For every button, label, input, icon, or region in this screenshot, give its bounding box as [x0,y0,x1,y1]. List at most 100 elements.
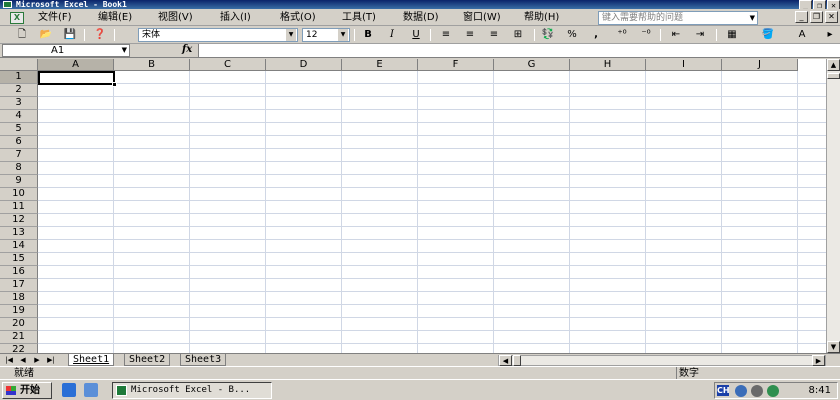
column-header-a[interactable]: A [38,59,114,71]
next-sheet-button[interactable]: ▶ [32,355,42,365]
scroll-thumb[interactable] [827,73,840,79]
row-header-22[interactable]: 22 [0,344,38,353]
menu-tools[interactable]: 工具(T) [342,11,376,25]
row-header-15[interactable]: 15 [0,253,38,266]
column-header-b[interactable]: B [114,59,190,71]
scroll-up-button[interactable]: ▲ [827,59,840,71]
row-header-11[interactable]: 11 [0,201,38,214]
scroll-down-button[interactable]: ▼ [827,341,840,353]
column-header-i[interactable]: I [646,59,722,71]
last-sheet-button[interactable]: ▶| [46,355,56,365]
save-icon[interactable]: 💾 [62,28,78,42]
cell-area[interactable] [38,71,826,353]
column-header-j[interactable]: J [722,59,798,71]
row-header-3[interactable]: 3 [0,97,38,110]
language-indicator[interactable]: CH [717,385,730,396]
borders-icon[interactable]: ▦ [724,28,740,42]
h-scroll-thumb[interactable] [513,355,521,366]
menu-format[interactable]: 格式(O) [280,11,316,25]
restore-button[interactable]: ❐ [813,0,826,9]
row-header-7[interactable]: 7 [0,149,38,162]
column-header-d[interactable]: D [266,59,342,71]
open-icon[interactable]: 📂 [38,28,54,42]
help-search-input[interactable]: 键入需要帮助的问题 ▼ [598,11,758,25]
align-right-icon[interactable]: ≡ [486,28,502,42]
new-icon[interactable]: 🗋 [14,28,30,42]
row-header-6[interactable]: 6 [0,136,38,149]
tray-app-icon[interactable] [767,385,779,397]
network-icon[interactable] [735,385,747,397]
row-header-21[interactable]: 21 [0,331,38,344]
doc-minimize-button[interactable]: _ [795,11,808,23]
row-header-12[interactable]: 12 [0,214,38,227]
chevron-down-icon[interactable]: ▼ [338,29,348,41]
percent-button[interactable]: % [564,28,580,42]
bold-button[interactable]: B [360,28,376,42]
volume-icon[interactable] [751,385,763,397]
menu-insert[interactable]: 插入(I) [220,11,251,25]
merge-center-icon[interactable]: ⊞ [510,28,526,42]
row-header-14[interactable]: 14 [0,240,38,253]
prev-sheet-button[interactable]: ◀ [18,355,28,365]
menu-file[interactable]: 文件(F) [38,11,72,25]
align-left-icon[interactable]: ≡ [438,28,454,42]
column-header-e[interactable]: E [342,59,418,71]
fill-handle[interactable] [112,82,117,87]
chevron-down-icon[interactable]: ▼ [122,45,127,56]
italic-button[interactable]: I [384,28,400,42]
row-header-10[interactable]: 10 [0,188,38,201]
align-center-icon[interactable]: ≡ [462,28,478,42]
start-button[interactable]: 开始 [2,382,52,399]
row-header-1[interactable]: 1 [0,71,38,84]
chevron-down-icon[interactable]: ▼ [286,29,296,41]
function-icon[interactable]: fx [182,44,192,55]
chevron-down-icon[interactable]: ▼ [750,12,755,24]
select-all-button[interactable] [0,59,38,71]
font-size-select[interactable]: 12 ▼ [302,28,350,42]
menu-view[interactable]: 视图(V) [158,11,193,25]
underline-button[interactable]: U [408,28,424,42]
doc-close-button[interactable]: ✕ [825,11,838,23]
menu-window[interactable]: 窗口(W) [463,11,501,25]
row-header-5[interactable]: 5 [0,123,38,136]
ie-icon[interactable] [62,383,76,397]
menu-edit[interactable]: 编辑(E) [98,11,132,25]
row-header-2[interactable]: 2 [0,84,38,97]
active-cell[interactable] [38,71,117,87]
row-header-13[interactable]: 13 [0,227,38,240]
scroll-left-button[interactable]: ◀ [499,355,512,366]
increase-decimal-icon[interactable]: ⁺⁰ [614,28,630,42]
column-header-h[interactable]: H [570,59,646,71]
column-header-f[interactable]: F [418,59,494,71]
currency-icon[interactable]: 💱 [540,28,556,42]
font-select[interactable]: 宋体 ▼ [138,28,298,42]
row-header-9[interactable]: 9 [0,175,38,188]
sheet-tab-sheet2[interactable]: Sheet2 [124,354,171,366]
sheet-tab-sheet3[interactable]: Sheet3 [180,354,227,366]
fill-color-icon[interactable]: 🪣 [760,28,776,42]
comma-button[interactable]: , [588,28,604,42]
minimize-button[interactable]: _ [799,0,812,9]
formula-input[interactable] [198,44,840,57]
increase-indent-icon[interactable]: ⇥ [692,28,708,42]
workbook-icon[interactable]: X [10,12,24,24]
sheet-tab-sheet1[interactable]: Sheet1 [68,354,115,366]
menu-data[interactable]: 数据(D) [403,11,439,25]
column-header-g[interactable]: G [494,59,570,71]
horizontal-scrollbar[interactable]: ◀ ▶ [498,355,826,366]
decrease-decimal-icon[interactable]: ⁻⁰ [638,28,654,42]
row-header-4[interactable]: 4 [0,110,38,123]
taskbar-excel-button[interactable]: Microsoft Excel - B... [112,382,272,399]
first-sheet-button[interactable]: |◀ [4,355,14,365]
scroll-right-button[interactable]: ▶ [812,355,825,366]
name-box[interactable]: A1 ▼ [2,44,130,57]
column-header-c[interactable]: C [190,59,266,71]
row-header-18[interactable]: 18 [0,292,38,305]
row-header-8[interactable]: 8 [0,162,38,175]
row-header-19[interactable]: 19 [0,305,38,318]
desktop-icon[interactable] [84,383,98,397]
font-color-icon[interactable]: A [794,28,810,42]
decrease-indent-icon[interactable]: ⇤ [668,28,684,42]
row-header-20[interactable]: 20 [0,318,38,331]
doc-restore-button[interactable]: ❐ [810,11,823,23]
